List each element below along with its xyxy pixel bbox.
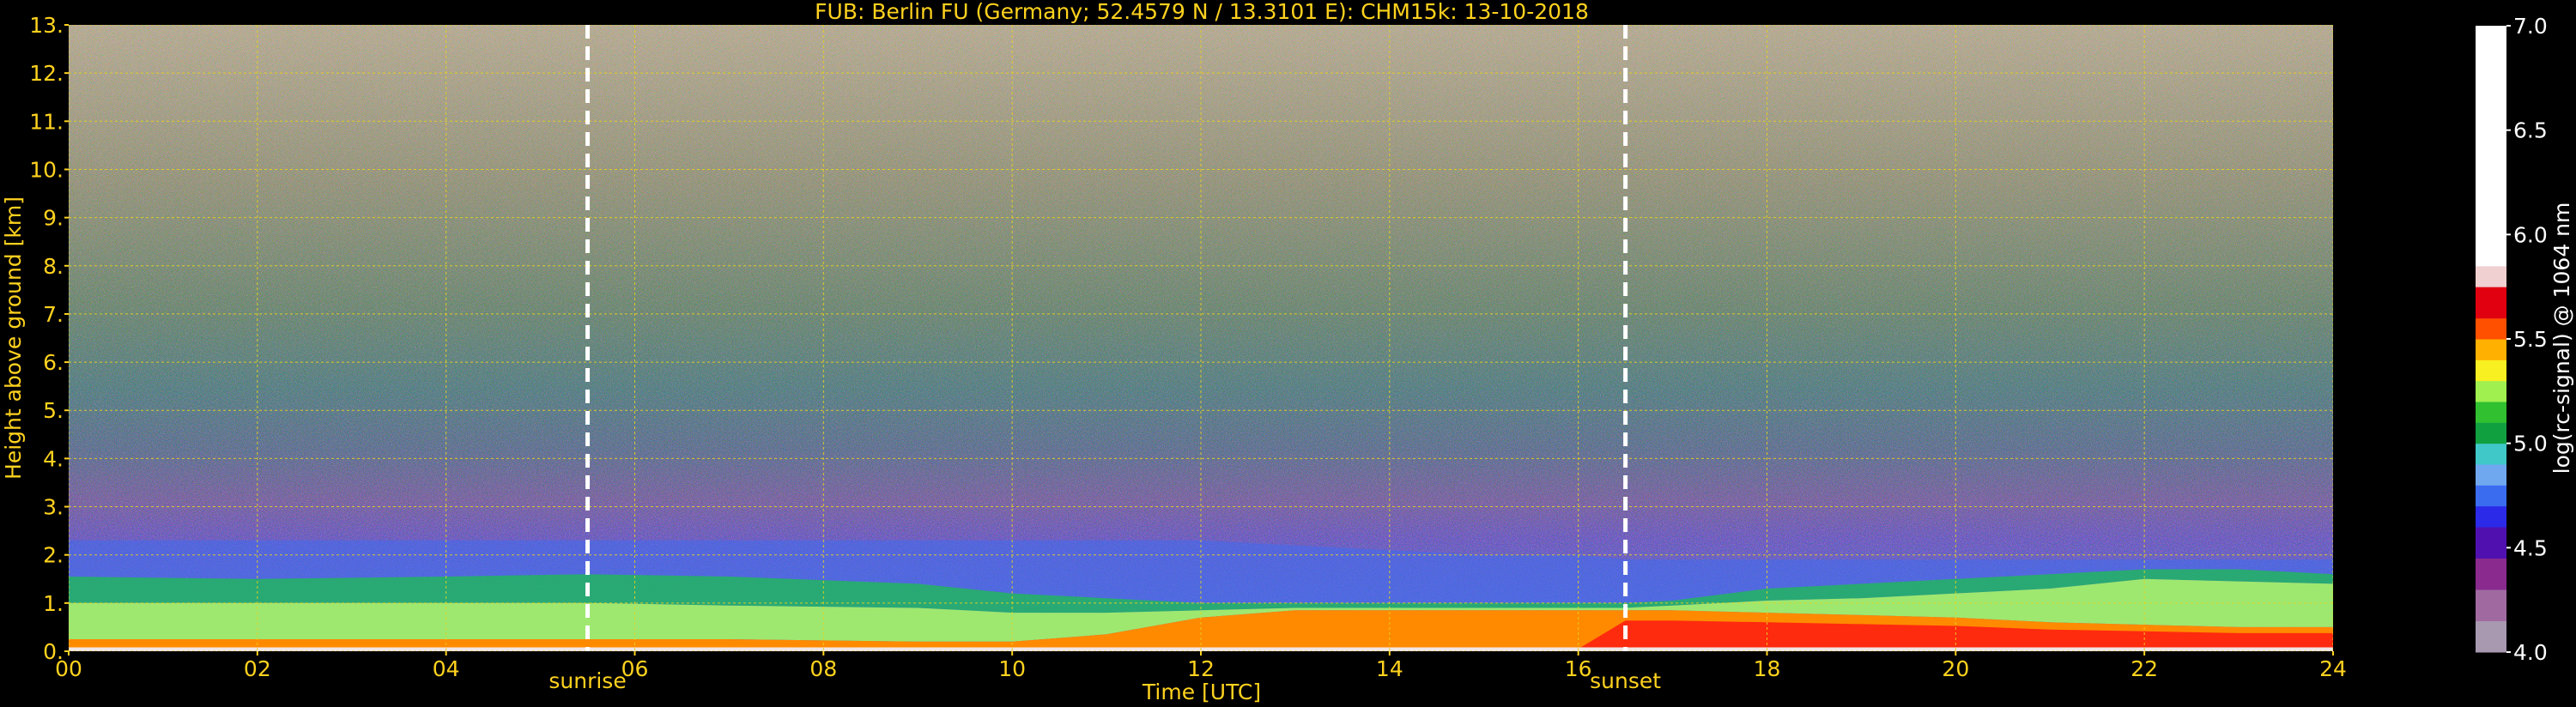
colorbar-segment: [2476, 443, 2506, 465]
colorbar-segment: [2476, 317, 2506, 340]
sunset-label: sunset: [1590, 668, 1661, 693]
y-tick-label: 3.: [43, 495, 64, 520]
colorbar-tick-label: 5.5: [2513, 327, 2548, 352]
y-axis-label: Height above ground [km]: [1, 196, 26, 480]
y-tick-label: 13.: [29, 13, 64, 38]
x-tick-label: 12: [1187, 656, 1215, 681]
colorbar-segment: [2476, 505, 2506, 528]
colorbar-segment: [2476, 589, 2506, 621]
x-tick-label: 14: [1376, 656, 1403, 681]
y-tick-label: 1.: [43, 591, 64, 616]
lidar-quicklook-chart: FUB: Berlin FU (Germany; 52.4579 N / 13.…: [1, 0, 2574, 704]
colorbar-segment: [2476, 422, 2506, 444]
colorbar-tick-label: 4.0: [2513, 640, 2548, 665]
colorbar-ticks: 4.0 4.5 5.0 5.5 6.0 6.5 7.0: [2506, 14, 2548, 665]
colorbar-segment: [2476, 26, 2506, 267]
x-axis-label: Time [UTC]: [1142, 680, 1261, 704]
x-tick-label: 08: [809, 656, 837, 681]
colorbar: [2476, 26, 2506, 653]
colorbar-tick-label: 6.0: [2513, 222, 2548, 247]
colorbar-segment: [2476, 339, 2506, 360]
x-tick-label: 00: [55, 656, 82, 681]
annotations: sunrise sunset: [549, 668, 1661, 693]
x-tick-label: 02: [244, 656, 271, 681]
colorbar-segment: [2476, 464, 2506, 486]
y-tick-label: 10.: [29, 157, 64, 182]
x-axis-ticks: 00 02 04 06 08 10 12 14 16 18 20 22 24: [55, 651, 2347, 681]
y-axis-ticks: 0.1.2.3.4.5.6.7.8.9.10.11.12.13.: [29, 13, 69, 664]
colorbar-segment: [2476, 402, 2506, 423]
colorbar-segment: [2476, 558, 2506, 590]
colorbar-segment: [2476, 287, 2506, 319]
x-tick-label: 04: [433, 656, 460, 681]
colorbar-tick-label: 6.5: [2513, 118, 2548, 143]
plot-area: [69, 25, 2333, 651]
colorbar-segment: [2476, 360, 2506, 382]
chart-title: FUB: Berlin FU (Germany; 52.4579 N / 13.…: [815, 0, 1589, 24]
x-tick-label: 18: [1754, 656, 1781, 681]
x-tick-label: 20: [1942, 656, 1969, 681]
colorbar-segment: [2476, 527, 2506, 559]
colorbar-segment: [2476, 265, 2506, 287]
y-tick-label: 2.: [43, 543, 64, 568]
colorbar-tick-label: 7.0: [2513, 14, 2548, 39]
y-tick-label: 12.: [29, 61, 64, 86]
y-tick-label: 5.: [43, 398, 64, 423]
colorbar-segment: [2476, 485, 2506, 507]
colorbar-tick-label: 4.5: [2513, 535, 2548, 560]
colorbar-segment: [2476, 380, 2506, 402]
y-tick-label: 8.: [43, 254, 64, 279]
sunrise-label: sunrise: [549, 668, 626, 693]
y-tick-label: 9.: [43, 206, 64, 231]
x-tick-label: 16: [1565, 656, 1592, 681]
x-tick-label: 22: [2131, 656, 2158, 681]
colorbar-tick-label: 5.0: [2513, 432, 2548, 456]
y-tick-label: 4.: [43, 446, 64, 471]
x-tick-label: 24: [2319, 656, 2347, 681]
y-tick-label: 7.: [43, 302, 64, 327]
colorbar-segment: [2476, 620, 2506, 653]
colorbar-label: log(rc-signal) @ 1064 nm: [2549, 202, 2574, 474]
y-tick-label: 11.: [29, 109, 64, 134]
y-tick-label: 6.: [43, 350, 64, 375]
x-tick-label: 10: [998, 656, 1026, 681]
